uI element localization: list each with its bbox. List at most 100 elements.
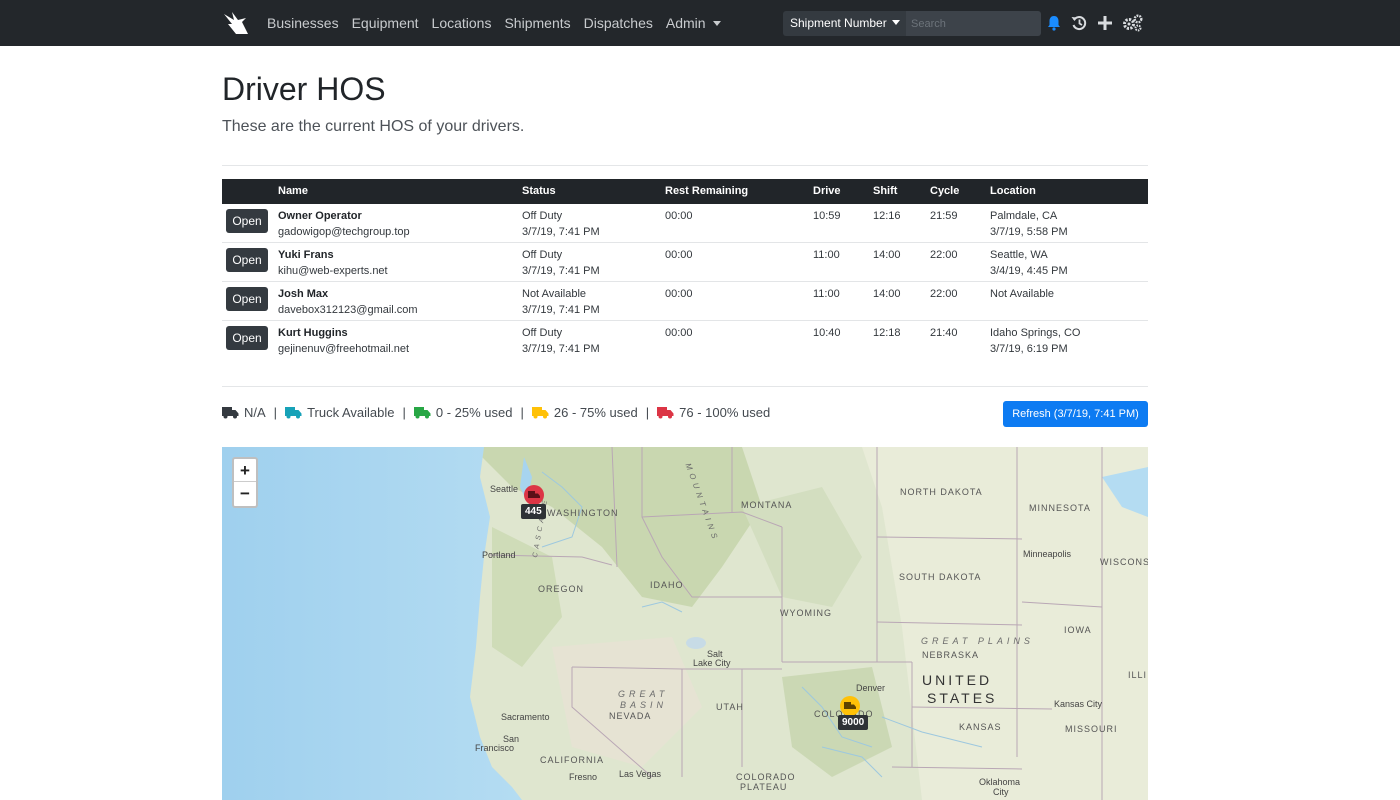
map-label: PLATEAU xyxy=(740,782,788,792)
map-label: Sacramento xyxy=(501,712,550,722)
map-tiles xyxy=(222,447,1148,800)
truck-icon xyxy=(531,406,549,418)
search-input[interactable] xyxy=(906,11,1041,36)
driver-location: Palmdale, CA xyxy=(990,210,1058,222)
map-label: NORTH DAKOTA xyxy=(900,487,983,497)
map-label: NEBRASKA xyxy=(922,650,980,660)
legend-item-low: 0 - 25% used xyxy=(413,405,513,420)
page-title: Driver HOS xyxy=(222,71,386,107)
map-label: Fresno xyxy=(569,772,598,782)
nav-admin-dropdown[interactable]: Admin xyxy=(666,15,721,31)
divider xyxy=(222,165,1148,166)
legend-label: N/A xyxy=(244,404,266,420)
zoom-in-button[interactable]: + xyxy=(234,459,256,482)
driver-shift: 12:16 xyxy=(873,210,901,222)
driver-rest: 00:00 xyxy=(665,288,693,300)
driver-rest: 00:00 xyxy=(665,249,693,261)
driver-hos-table: Name Status Rest Remaining Drive Shift C… xyxy=(222,179,1148,360)
nav-dispatches[interactable]: Dispatches xyxy=(584,15,653,31)
legend-label: 26 - 75% used xyxy=(553,404,638,420)
truck-marker[interactable] xyxy=(524,485,544,505)
map-label: IDAHO xyxy=(650,580,684,590)
driver-email: gadowigop@techgroup.top xyxy=(278,226,410,238)
legend-separator: | xyxy=(645,404,650,420)
truck-icon xyxy=(844,702,856,709)
map-label: SOUTH DAKOTA xyxy=(899,572,982,582)
col-status: Status xyxy=(522,185,556,197)
map-label: Francisco xyxy=(475,743,515,753)
history-icon[interactable] xyxy=(1070,14,1088,32)
map-label: CALIFORNIA xyxy=(540,755,605,765)
map-label: Portland xyxy=(482,550,516,560)
map-label: GREAT PLAINS xyxy=(921,636,1034,646)
driver-status-time: 3/7/19, 7:41 PM xyxy=(522,304,600,316)
driver-email: kihu@web-experts.net xyxy=(278,265,388,277)
driver-name: Josh Max xyxy=(278,288,329,300)
driver-cycle: 22:00 xyxy=(930,288,958,300)
driver-shift: 14:00 xyxy=(873,288,901,300)
truck-marker[interactable] xyxy=(840,696,860,716)
col-location: Location xyxy=(990,185,1036,197)
divider xyxy=(222,386,1148,387)
map-label: BASIN xyxy=(620,700,668,710)
map-label: Lake City xyxy=(693,658,731,668)
map-label: Las Vegas xyxy=(619,769,662,779)
nav-locations[interactable]: Locations xyxy=(432,15,492,31)
map-label: City xyxy=(993,787,1009,797)
legend-label: 76 - 100% used xyxy=(679,404,771,420)
bell-icon[interactable] xyxy=(1045,14,1063,32)
driver-rest: 00:00 xyxy=(665,327,693,339)
truck-icon xyxy=(413,406,431,418)
map-label: IOWA xyxy=(1064,625,1092,635)
top-navbar: Businesses Equipment Locations Shipments… xyxy=(0,0,1400,46)
driver-map[interactable]: + − Seattle WASHINGTON Portland OREGON I… xyxy=(222,447,1148,800)
truck-legend: N/A | Truck Available | 0 - 25% used | 2… xyxy=(222,402,770,422)
map-label: KANSAS xyxy=(959,722,1002,732)
gears-icon[interactable] xyxy=(1122,14,1144,32)
open-button[interactable]: Open xyxy=(226,287,268,311)
driver-cycle: 22:00 xyxy=(930,249,958,261)
driver-rest: 00:00 xyxy=(665,210,693,222)
legend-label: Truck Available xyxy=(307,404,395,420)
driver-drive: 10:59 xyxy=(813,210,841,222)
table-row: Open Josh Max davebox312123@gmail.com No… xyxy=(222,282,1148,321)
nav-admin-label: Admin xyxy=(665,15,706,31)
truck-marker-label: 445 xyxy=(521,504,546,519)
plus-icon[interactable] xyxy=(1096,14,1114,32)
col-rest-remaining: Rest Remaining xyxy=(665,185,749,197)
map-label: MISSOURI xyxy=(1065,724,1118,734)
truck-icon xyxy=(528,491,540,498)
driver-status-time: 3/7/19, 7:41 PM xyxy=(522,226,600,238)
open-button[interactable]: Open xyxy=(226,209,268,233)
driver-name: Yuki Frans xyxy=(278,249,334,261)
map-label: STATES xyxy=(927,690,998,706)
search-type-select[interactable]: Shipment Number xyxy=(783,11,906,36)
table-row: Open Owner Operator gadowigop@techgroup.… xyxy=(222,204,1148,243)
map-label: UNITED xyxy=(922,672,993,688)
zoom-out-button[interactable]: − xyxy=(234,482,256,505)
open-button[interactable]: Open xyxy=(226,326,268,350)
table-row: Open Kurt Huggins gejinenuv@freehotmail.… xyxy=(222,321,1148,360)
driver-status: Off Duty xyxy=(522,210,563,222)
map-label: GREAT xyxy=(618,689,669,699)
driver-location-time: 3/4/19, 4:45 PM xyxy=(990,265,1068,277)
map-label: Seattle xyxy=(490,484,519,494)
map-label: UTAH xyxy=(716,702,744,712)
legend-item-na: N/A xyxy=(222,405,266,420)
nav-businesses[interactable]: Businesses xyxy=(267,15,339,31)
driver-status: Off Duty xyxy=(522,249,563,261)
nav-equipment[interactable]: Equipment xyxy=(352,15,419,31)
chevron-down-icon xyxy=(712,21,721,26)
col-drive: Drive xyxy=(813,185,841,197)
truck-icon xyxy=(657,406,674,418)
driver-cycle: 21:40 xyxy=(930,327,958,339)
map-label: WASHINGTON xyxy=(547,508,619,518)
open-button[interactable]: Open xyxy=(226,248,268,272)
brand-logo-icon[interactable] xyxy=(222,10,250,36)
nav-shipments[interactable]: Shipments xyxy=(504,15,570,31)
map-label: Minneapolis xyxy=(1023,549,1072,559)
map-label: Kansas City xyxy=(1054,699,1103,709)
driver-drive: 11:00 xyxy=(813,249,840,261)
truck-icon xyxy=(222,406,239,418)
refresh-button[interactable]: Refresh (3/7/19, 7:41 PM) xyxy=(1003,401,1148,427)
